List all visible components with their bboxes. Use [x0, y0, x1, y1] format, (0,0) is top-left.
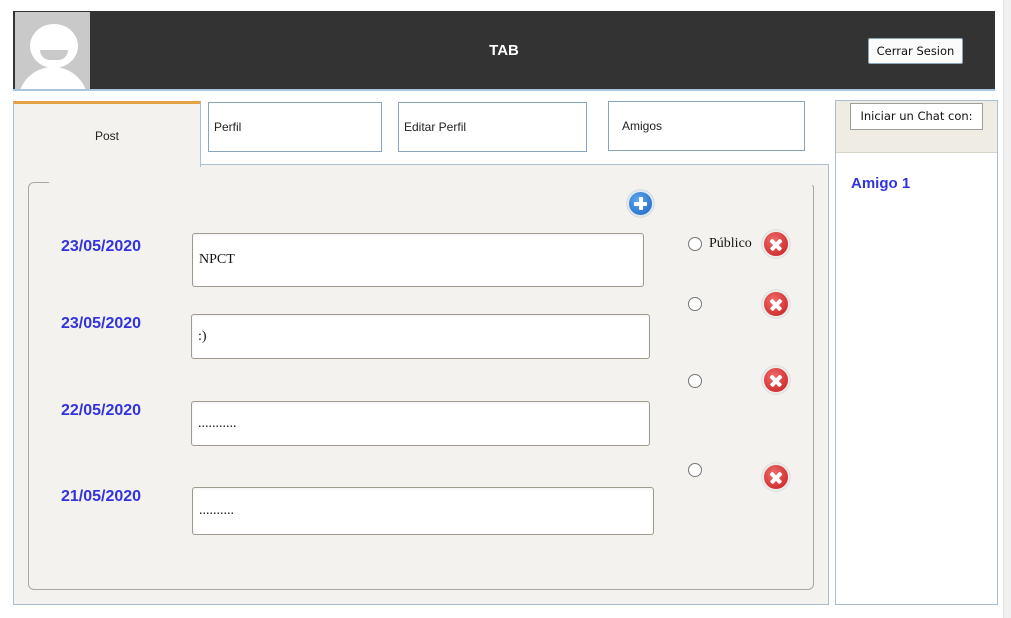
page-scrollbar[interactable]: [1003, 0, 1011, 618]
post-date: 23/05/2020: [61, 238, 142, 255]
tab-editar-perfil[interactable]: Editar Perfil: [398, 102, 587, 152]
page-title: TAB: [489, 42, 519, 59]
logout-button[interactable]: Cerrar Sesion: [868, 38, 963, 64]
add-post-icon[interactable]: [627, 190, 654, 217]
post-text-field[interactable]: :): [191, 314, 650, 359]
start-chat-button[interactable]: Iniciar un Chat con:: [850, 103, 983, 130]
chat-friend-link[interactable]: Amigo 1: [851, 175, 910, 192]
public-radio[interactable]: [688, 237, 702, 251]
chat-sidebar: Iniciar un Chat con: Amigo 1: [835, 100, 998, 605]
public-radio-label: Público: [709, 236, 752, 251]
posts-panel: [13, 164, 829, 605]
post-text-field[interactable]: ...........: [191, 401, 650, 446]
tab-amigos[interactable]: Amigos: [608, 101, 805, 151]
public-radio[interactable]: [688, 297, 702, 311]
tab-perfil[interactable]: Perfil: [208, 102, 382, 152]
post-text-field[interactable]: ..........: [192, 487, 654, 535]
delete-post-icon[interactable]: [762, 230, 790, 258]
app-header: TAB Cerrar Sesion: [13, 11, 995, 91]
post-date: 23/05/2020: [61, 315, 142, 332]
delete-post-icon[interactable]: [762, 366, 790, 394]
post-date: 22/05/2020: [61, 402, 142, 419]
tab-post[interactable]: Post: [13, 101, 201, 167]
post-text-field[interactable]: NPCT: [192, 233, 644, 287]
user-avatar-icon: [15, 12, 90, 89]
delete-post-icon[interactable]: [762, 290, 790, 318]
chat-header: Iniciar un Chat con:: [836, 101, 997, 153]
public-radio[interactable]: [688, 374, 702, 388]
post-date: 21/05/2020: [61, 488, 142, 505]
delete-post-icon[interactable]: [762, 463, 790, 491]
public-radio[interactable]: [688, 463, 702, 477]
